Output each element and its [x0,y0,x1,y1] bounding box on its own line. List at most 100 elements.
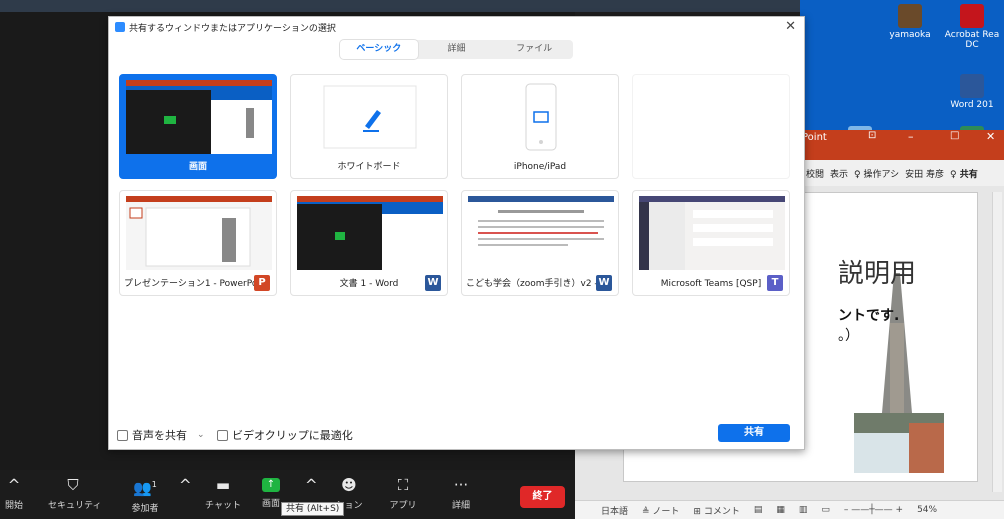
share-tile-powerpoint[interactable]: プレゼンテーション1 - PowerPoint P [119,190,277,296]
participants-icon: 👥1 [133,479,157,497]
chat-icon: ▬ [215,476,231,494]
toolbar-apps[interactable]: ⛶ アプリ [388,476,418,511]
powerpoint-ribbon: 校閲 表示 ♀ 操作アシ 安田 寿彦 ♀ 共有 [800,160,1004,186]
zoom-slider[interactable]: – ——┼—— + [844,505,903,515]
share-tile-teams[interactable]: Microsoft Teams [QSP] T [632,190,790,296]
desktop-icon-label: Word 201 [950,100,994,110]
desktop-icon-label: yamaoka [889,30,931,40]
share-audio-checkbox[interactable]: 音声を共有 ⌄ [117,427,205,443]
tile-label: iPhone/iPad [513,162,567,172]
teams-thumbnail [639,196,785,270]
document-thumbnail [468,196,614,270]
ribbon-tell-me[interactable]: ♀ 操作アシ [854,167,899,180]
dialog-tabs: ベーシック 詳細 ファイル [340,40,573,59]
background-taskbar-strip [0,0,800,12]
share-chevron[interactable]: ^ [305,476,318,494]
slide-tower-image [854,263,944,473]
ribbon-share-button[interactable]: ♀ 共有 [950,167,978,180]
close-icon[interactable]: ✕ [986,130,995,143]
toolbar-participants[interactable]: 👥1 参加者 [128,476,162,514]
share-tooltip: 共有 (Alt+S) [281,502,345,516]
optimize-video-label: ビデオクリップに最適化 [232,429,353,442]
desktop-background: yamaoka Acrobat Rea DC Word 201 [800,0,1004,150]
share-tile-word[interactable]: 文書 1 - Word W [290,190,448,296]
slide-title: 説明用 [838,259,917,289]
view-normal-icon[interactable]: ▤ [754,505,763,515]
folder-icon [898,4,922,28]
ribbon-display-icon[interactable]: ⊡ [868,130,876,141]
word-icon: W [425,275,441,291]
share-tile-iphone-ipad[interactable]: iPhone/iPad [461,74,619,179]
view-sorter-icon[interactable]: ▦ [776,505,785,515]
chevron-up-icon: ^ [179,476,192,494]
tile-label: ホワイトボード [337,162,401,172]
end-meeting-button[interactable]: 終了 [520,486,565,508]
toolbar-more[interactable]: ··· 詳細 [446,476,476,511]
desktop-icon-word[interactable]: Word 201 [940,74,1004,110]
participant-count: 1 [151,480,157,489]
acrobat-icon [960,4,984,28]
tile-label: Microsoft Teams [QSP] [660,279,762,289]
tile-label: プレゼンテーション1 - PowerPoint [124,279,270,289]
word-icon: W [596,275,612,291]
share-tile-whiteboard[interactable]: ホワイトボード [290,74,448,179]
word-icon [960,74,984,98]
chevron-down-icon[interactable]: ⌄ [197,430,205,440]
powerpoint-icon: P [254,275,270,291]
whiteboard-thumbnail [323,85,417,149]
status-notes-button[interactable]: ≜ ノート [642,504,679,517]
powerpoint-status-bar: 日本語 ≜ ノート ⊞ コメント ▤ ▦ ▥ ▭ – ——┼—— + 54% [575,500,1004,519]
dialog-footer: 音声を共有 ⌄ ビデオクリップに最適化 共有 [109,417,804,449]
tile-label: 画面 [188,162,207,172]
slide-text: ントです. [838,308,900,324]
tile-label: こども学会（zoom手引き）v2 - ... [466,279,610,289]
dialog-titlebar: 共有するウィンドウまたはアプリケーションの選択 [109,17,804,37]
apps-icon: ⛶ [397,476,409,494]
checkbox-icon [217,429,228,441]
more-icon: ··· [453,476,469,494]
checkbox-icon [117,429,128,441]
powerpoint-title: Point [802,132,827,143]
share-tile-word-doc[interactable]: こども学会（zoom手引き）v2 - ... W [461,190,619,296]
share-screen-icon: ↑ [262,478,280,492]
close-icon[interactable]: ✕ [785,19,796,34]
share-button[interactable]: 共有 [718,424,790,442]
zoom-icon [115,22,125,32]
ribbon-tab-review[interactable]: 校閲 [806,167,824,180]
slide-text: 。） [838,328,859,344]
shield-icon: ⛉ [67,476,79,494]
tab-advanced[interactable]: 詳細 [418,40,496,59]
tab-files[interactable]: ファイル [495,40,573,59]
share-audio-label: 音声を共有 [132,429,187,442]
view-reading-icon[interactable]: ▥ [799,505,808,515]
view-slideshow-icon[interactable]: ▭ [821,505,830,515]
reaction-icon: ☻ [341,476,357,494]
status-comments-button[interactable]: ⊞ コメント [693,504,739,517]
maximize-icon[interactable]: □ [950,130,959,141]
powerpoint-thumbnail [126,196,272,270]
screen-thumbnail [126,80,272,154]
toolbar-security[interactable]: ⛉ セキュリティ [48,476,101,511]
desktop-icon-yamaoka[interactable]: yamaoka [878,4,942,40]
ribbon-user-name: 安田 寿彦 [905,169,944,180]
toolbar-chat[interactable]: ▬ チャット [205,476,241,511]
status-language: 日本語 [601,506,629,517]
share-screen-dialog: 共有するウィンドウまたはアプリケーションの選択 ✕ ベーシック 詳細 ファイル … [108,16,805,450]
dialog-title: 共有するウィンドウまたはアプリケーションの選択 [129,23,336,34]
word-thumbnail [297,196,443,270]
chevron-up-icon: ^ [7,476,21,494]
participants-chevron[interactable]: ^ [179,476,192,494]
desktop-icon-label: Acrobat Rea DC [944,30,1000,50]
tile-label: 文書 1 - Word [339,279,399,289]
tab-basic[interactable]: ベーシック [340,40,418,59]
iphone-icon [525,83,557,151]
ribbon-tab-view[interactable]: 表示 [830,167,848,180]
minimize-icon[interactable]: – [908,130,914,143]
share-tile-screen[interactable]: 画面 [119,74,277,179]
desktop-icon-acrobat[interactable]: Acrobat Rea DC [940,4,1004,50]
chevron-up-icon: ^ [305,476,318,494]
vertical-scrollbar[interactable] [992,192,1002,492]
zoom-level[interactable]: 54% [917,505,937,515]
toolbar-start[interactable]: ^ 開始 [4,476,24,511]
optimize-video-checkbox[interactable]: ビデオクリップに最適化 [217,427,353,443]
